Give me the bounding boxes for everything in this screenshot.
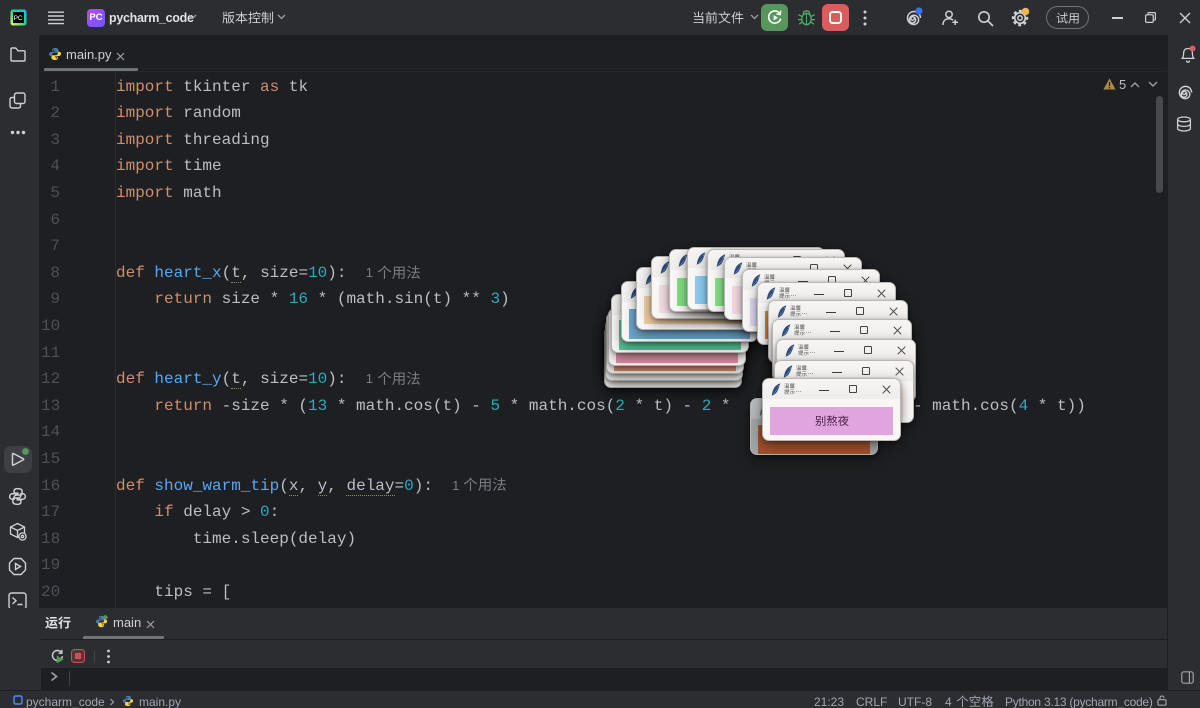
svg-text:PC: PC (14, 15, 23, 22)
